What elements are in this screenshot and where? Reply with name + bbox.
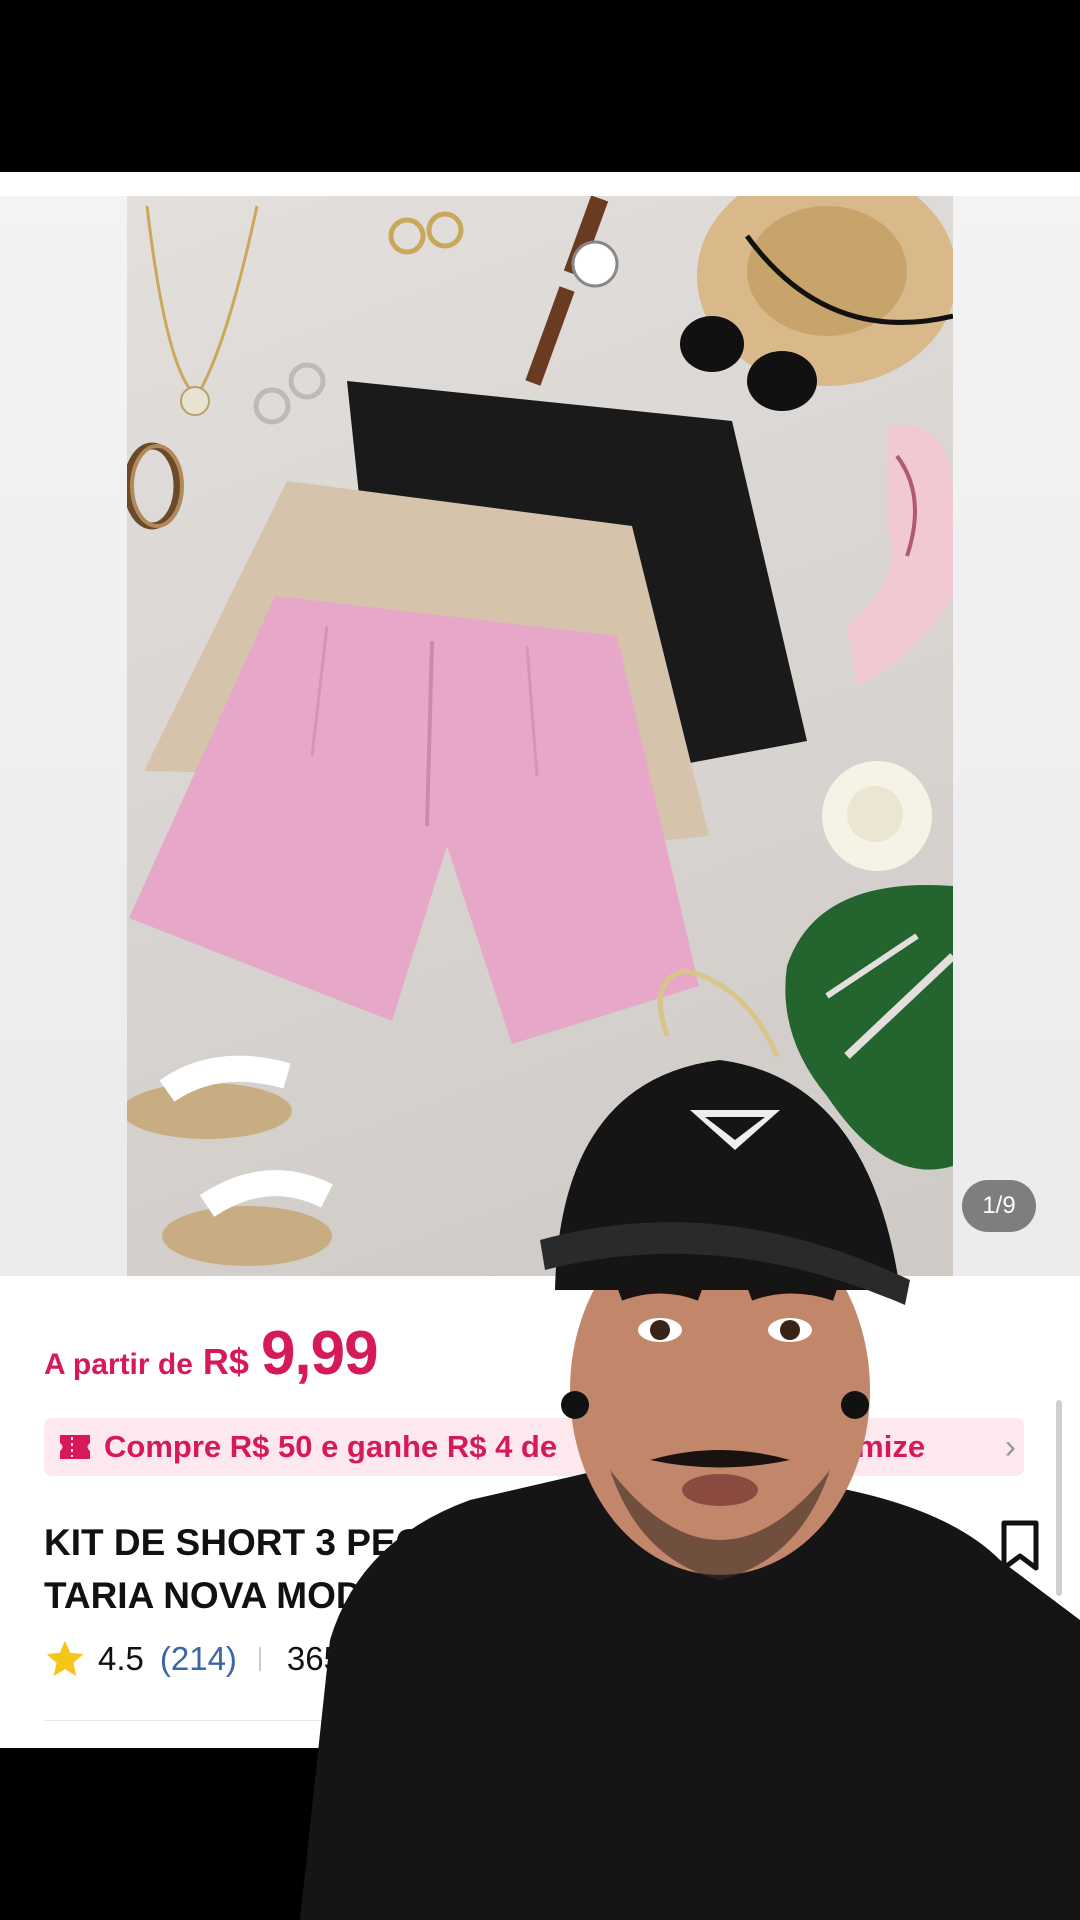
image-counter: 1/9 (962, 1180, 1036, 1232)
chevron-right-icon: › (1004, 1428, 1016, 1466)
promo-text: Compre R$ 50 e ganhe R$ 4 de (104, 1429, 558, 1464)
rating-row[interactable]: 4.5 (214) 365 (44, 1638, 342, 1680)
top-black-bar (0, 0, 1080, 172)
price-value: 9,99 (260, 1319, 379, 1388)
ticket-icon (60, 1435, 90, 1459)
promo-banner[interactable]: Compre R$ 50 e ganhe R$ 4 de conomize › (44, 1418, 1024, 1476)
product-info-panel: A partir de R$ 9,99 Compre R$ 50 e ganhe… (0, 1276, 1080, 1748)
promo-text-end: conomize (782, 1429, 926, 1464)
scrollbar[interactable] (1056, 1400, 1062, 1596)
status-strip (0, 172, 1080, 196)
price-prefix: A partir de (44, 1348, 193, 1381)
product-image-gallery[interactable] (0, 196, 1080, 1276)
divider (258, 1647, 261, 1671)
price-currency: R$ (202, 1341, 249, 1382)
product-title: KIT DE SHORT 3 PEC TARIA NOVA MOD (44, 1522, 423, 1616)
star-icon (46, 1640, 84, 1677)
price-row: A partir de R$ 9,99 (44, 1318, 379, 1389)
product-photo (127, 196, 953, 1276)
bookmark-icon[interactable] (1000, 1520, 1040, 1572)
rating-score: 4.5 (98, 1640, 144, 1677)
bottom-black-bar (0, 1748, 1080, 1920)
section-divider (44, 1720, 1036, 1721)
rating-count[interactable]: (214) (160, 1640, 237, 1678)
sold-count: 365 (286, 1640, 342, 1677)
